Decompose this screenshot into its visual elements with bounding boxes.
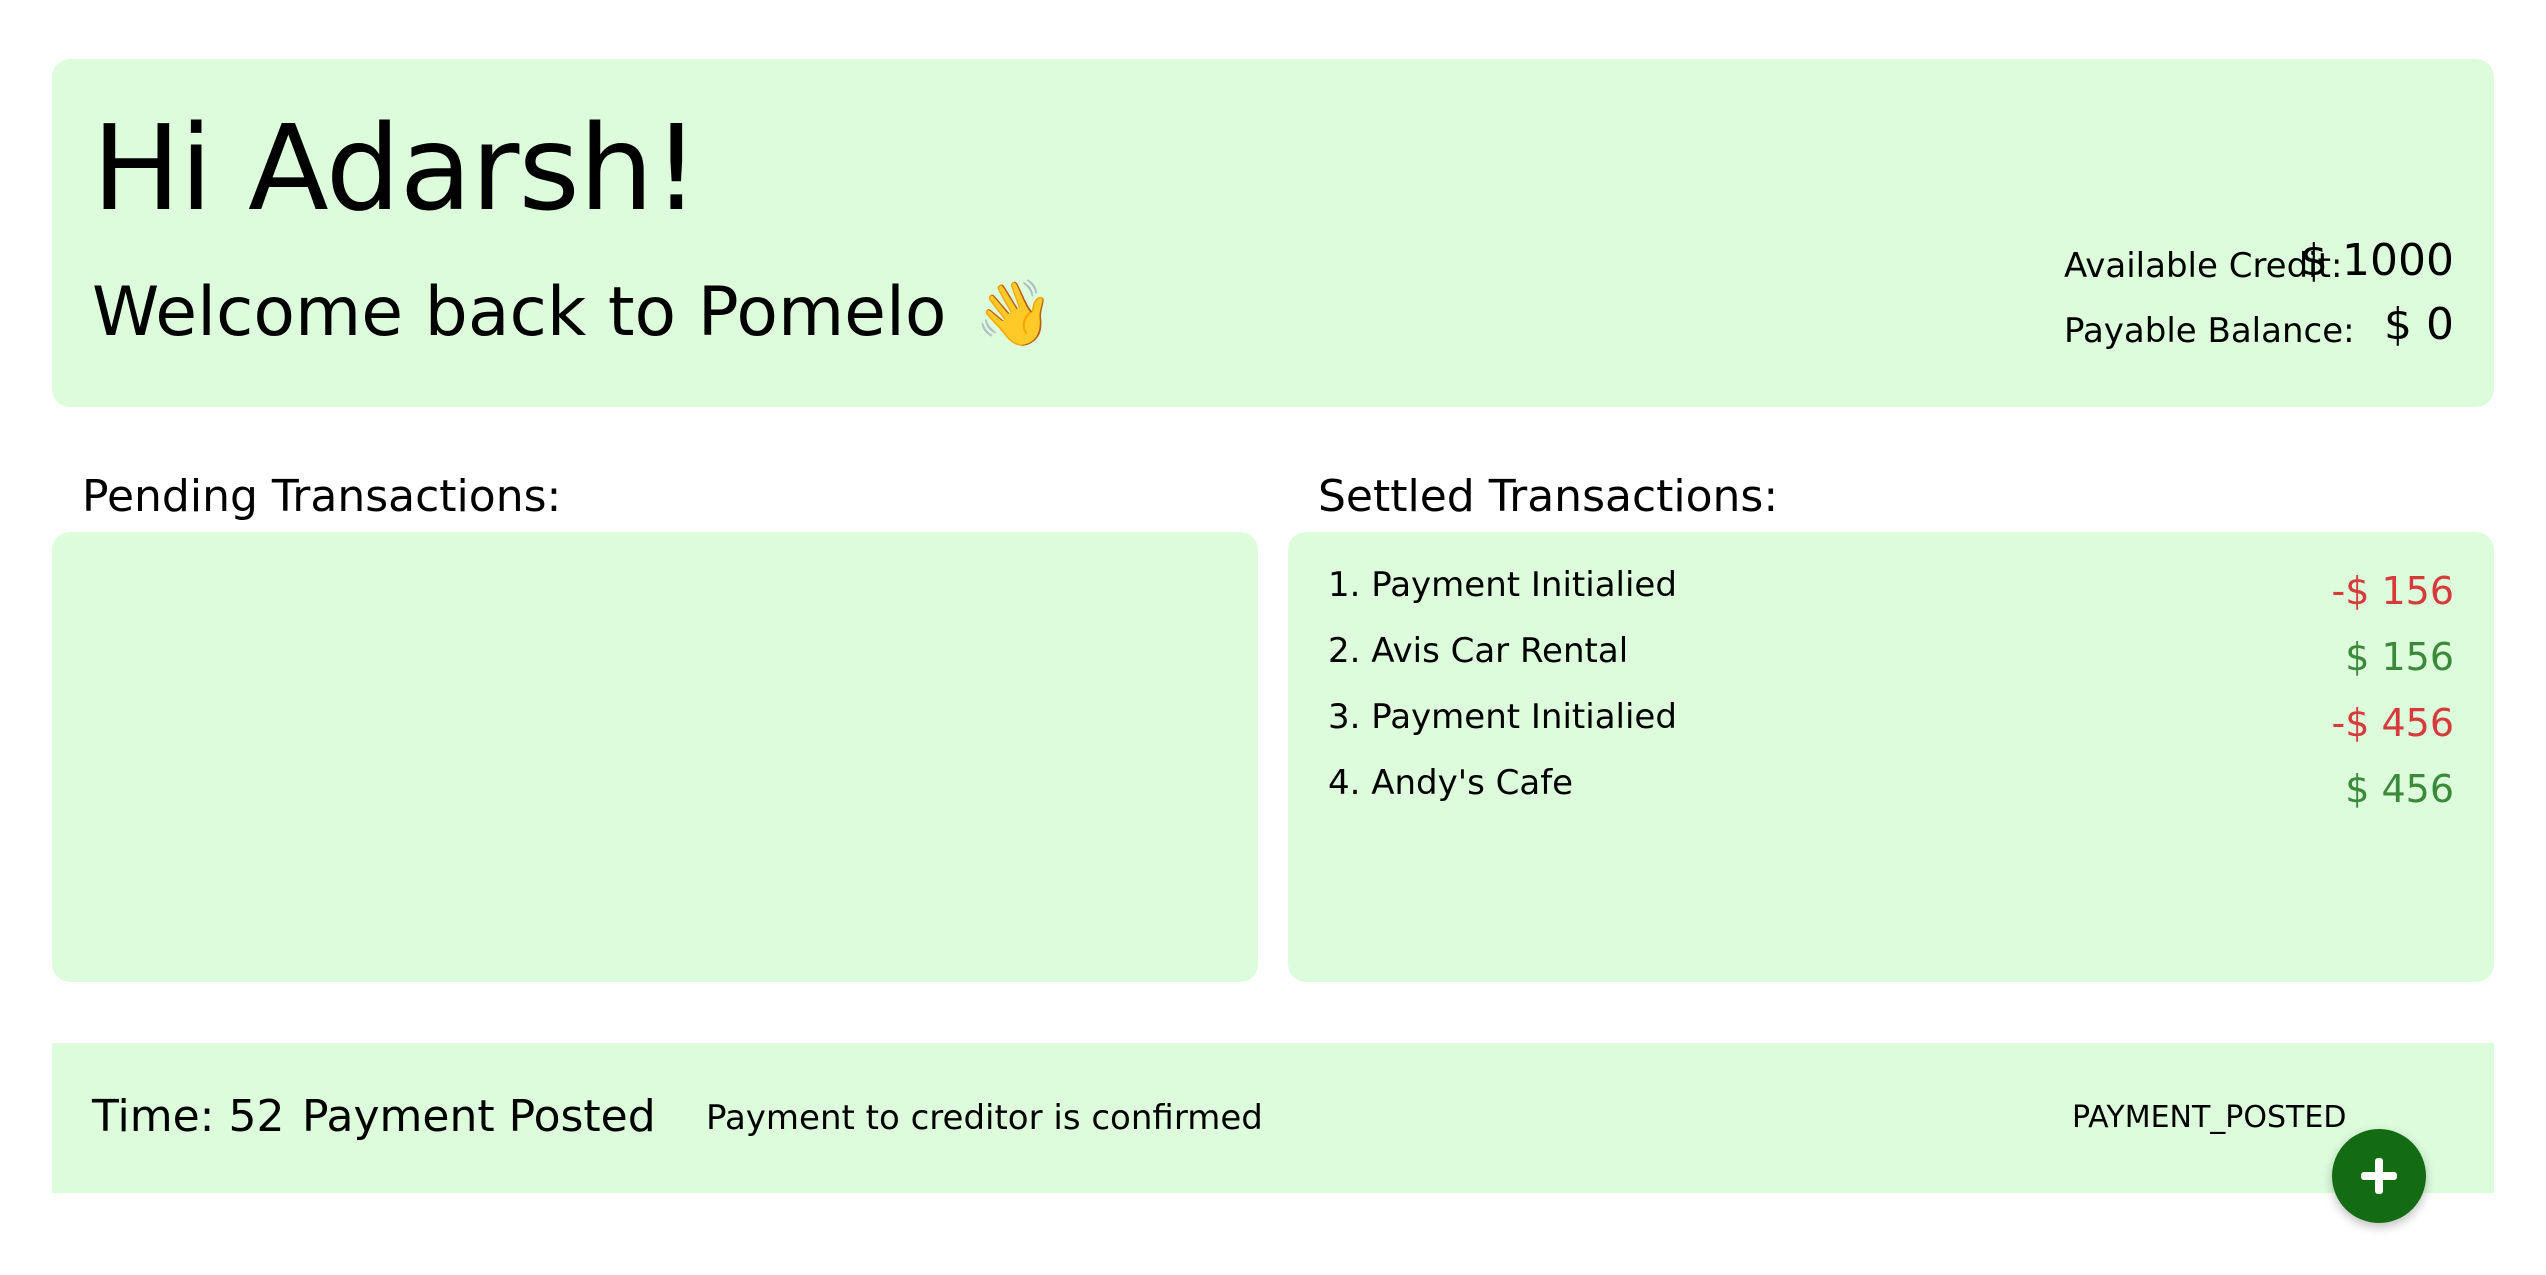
add-button[interactable]: [2332, 1129, 2426, 1223]
transaction-row: 3. Payment Initialied -$ 456: [1328, 700, 2454, 750]
plus-icon: [2361, 1158, 2397, 1194]
available-credit-value: $ 1000: [2300, 235, 2454, 286]
event-title: Payment Posted: [302, 1091, 656, 1142]
welcome-message: Welcome back to Pomelo 👋: [92, 279, 1054, 347]
transaction-row: 4. Andy's Cafe $ 456: [1328, 766, 2454, 816]
transaction-label: 1. Payment Initialied: [1328, 565, 1677, 605]
transaction-amount: $ 156: [2345, 635, 2454, 679]
transaction-amount: $ 456: [2345, 767, 2454, 811]
event-time: Time: 52: [92, 1091, 285, 1142]
settled-transactions-title: Settled Transactions:: [1318, 471, 1779, 522]
event-code: PAYMENT_POSTED: [2072, 1100, 2347, 1135]
payable-balance-label: Payable Balance:: [2064, 311, 2355, 351]
transaction-label: 4. Andy's Cafe: [1328, 763, 1574, 803]
pending-transactions-title: Pending Transactions:: [82, 471, 562, 522]
transaction-row: 1. Payment Initialied -$ 156: [1328, 568, 2454, 618]
settled-transactions-list: 1. Payment Initialied -$ 156 2. Avis Car…: [1288, 532, 2494, 982]
transaction-amount: -$ 156: [2331, 569, 2455, 613]
event-status-bar: Time: 52 Payment Posted Payment to credi…: [52, 1043, 2494, 1193]
transaction-label: 3. Payment Initialied: [1328, 697, 1677, 737]
welcome-text: Welcome back to Pomelo: [92, 273, 947, 352]
greeting-title: Hi Adarsh!: [92, 99, 700, 237]
header-card: Hi Adarsh! Welcome back to Pomelo 👋 Avail…: [52, 59, 2494, 407]
transaction-label: 2. Avis Car Rental: [1328, 631, 1629, 671]
transaction-row: 2. Avis Car Rental $ 156: [1328, 634, 2454, 684]
payable-balance-value: $ 0: [2384, 299, 2454, 350]
waving-hand-icon: 👋: [974, 277, 1055, 351]
event-description: Payment to creditor is confirmed: [706, 1098, 1263, 1138]
transaction-amount: -$ 456: [2331, 701, 2455, 745]
pending-transactions-list: [52, 532, 1258, 982]
